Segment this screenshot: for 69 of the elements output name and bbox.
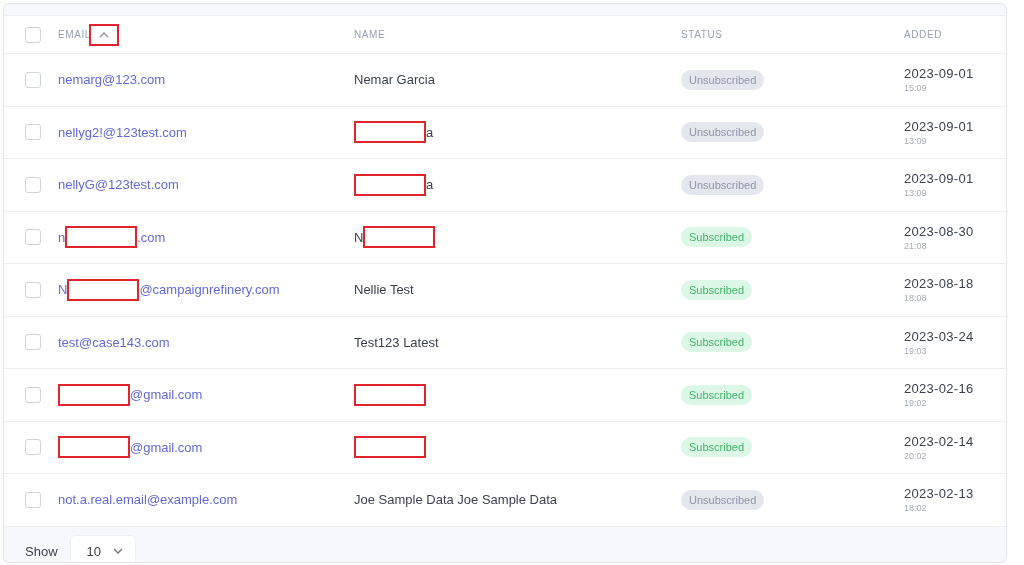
show-label: Show (25, 543, 58, 559)
date-text: 2023-03-24 (904, 328, 975, 344)
status-badge: Unsubscribed (681, 174, 765, 195)
chevron-down-icon (113, 548, 123, 554)
row-checkbox[interactable] (25, 124, 41, 141)
status-badge: Subscribed (681, 437, 753, 458)
cell-text: @campaignrefinery.com (139, 282, 280, 298)
row-checkbox[interactable] (25, 334, 41, 351)
row-checkbox[interactable] (25, 491, 41, 508)
time-text: 19:02 (904, 398, 928, 409)
cell-text: nellyG@123test.com (58, 177, 179, 193)
row-checkbox[interactable] (25, 176, 41, 193)
redaction-box (354, 436, 426, 459)
cell-text: Nellie Test (354, 282, 414, 298)
cell-text: a (426, 177, 434, 193)
cell-text: .com (137, 229, 166, 245)
status-badge: Subscribed (681, 279, 753, 300)
redaction-box (354, 173, 426, 196)
cell-text: test@case143.com (58, 334, 170, 350)
time-text: 20:02 (904, 450, 928, 461)
date-text: 2023-09-01 (904, 66, 975, 82)
status-badge: Unsubscribed (681, 489, 765, 510)
row-checkbox[interactable] (25, 71, 41, 88)
date-text: 2023-08-30 (904, 223, 975, 239)
status-badge: Unsubscribed (681, 69, 765, 90)
date-text: 2023-02-13 (904, 486, 975, 502)
cell-text: Test123 Latest (354, 334, 439, 350)
time-text: 13:09 (904, 135, 928, 146)
cell-text: N (354, 229, 364, 245)
redaction-box (354, 383, 426, 406)
time-text: 15:09 (904, 83, 928, 94)
cell-text: n (58, 229, 66, 245)
row-checkbox[interactable] (25, 386, 41, 403)
time-text: 13:09 (904, 188, 928, 199)
redaction-box (58, 436, 130, 459)
time-text: 18:08 (904, 293, 928, 304)
time-text: 21:08 (904, 240, 928, 251)
redaction-box (354, 121, 426, 144)
column-header[interactable]: STATUS (681, 29, 723, 40)
cell-text: @gmail.com (130, 387, 203, 403)
redaction-box (58, 383, 130, 406)
select-all-checkbox[interactable] (25, 26, 41, 43)
cell-text: @gmail.com (130, 439, 203, 455)
date-text: 2023-09-01 (904, 171, 975, 187)
cell-text: nellyg2!@123test.com (58, 124, 187, 140)
time-text: 19:03 (904, 345, 928, 356)
date-text: 2023-08-18 (904, 276, 975, 292)
row-checkbox[interactable] (25, 229, 41, 246)
cell-text: N (58, 282, 68, 298)
row-checkbox[interactable] (25, 281, 41, 298)
date-text: 2023-09-01 (904, 118, 975, 134)
date-text: 2023-02-16 (904, 381, 975, 397)
cell-text: Joe Sample Data Joe Sample Data (354, 492, 558, 508)
date-text: 2023-02-14 (904, 433, 975, 449)
column-header[interactable]: ADDED (904, 29, 942, 40)
status-badge: Subscribed (681, 384, 753, 405)
cell-text: not.a.real.email@example.com (58, 492, 238, 508)
cell-text: nemarg@123.com (58, 72, 166, 88)
column-header[interactable]: NAME (354, 29, 386, 40)
page-size-select[interactable]: 10 (69, 534, 136, 562)
status-badge: Subscribed (681, 227, 753, 248)
status-badge: Subscribed (681, 332, 753, 353)
cell-text: Nemar Garcia (354, 72, 435, 88)
time-text: 18:02 (904, 503, 928, 514)
caret-up-icon[interactable] (99, 31, 109, 38)
cell-text: a (426, 124, 434, 140)
row-checkbox[interactable] (25, 439, 41, 456)
column-header[interactable]: EMAIL (58, 29, 91, 40)
status-badge: Unsubscribed (681, 122, 765, 143)
